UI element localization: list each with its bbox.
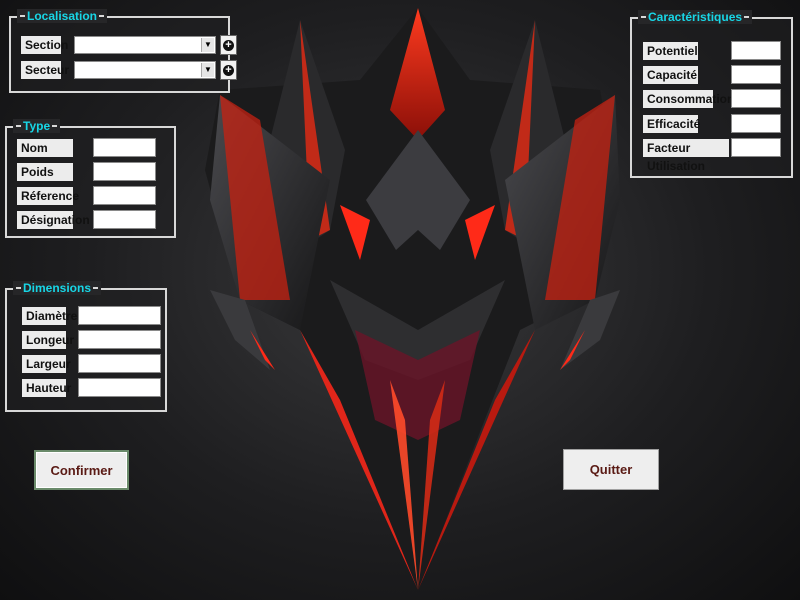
plus-circle-icon: +	[223, 64, 234, 76]
diametre-label: Diamètre	[22, 306, 77, 325]
add-secteur-button[interactable]: +	[220, 60, 237, 80]
potentiel-input[interactable]	[731, 41, 781, 60]
add-section-button[interactable]: +	[220, 35, 237, 55]
chevron-down-icon[interactable]: ▼	[201, 38, 214, 52]
reference-input[interactable]	[93, 186, 156, 205]
hauteur-input[interactable]	[78, 378, 161, 397]
caracteristiques-group: Caractéristiques Potentiel Capacité Cons…	[630, 10, 793, 178]
plus-circle-icon: +	[223, 39, 234, 51]
localisation-group-title: Localisation	[17, 9, 108, 23]
section-combobox[interactable]: ▼	[74, 36, 216, 54]
facteur-utilisation-input[interactable]	[731, 138, 781, 157]
reference-label: Réference	[17, 186, 79, 205]
capacite-label: Capacité	[643, 65, 698, 84]
largeur-input[interactable]	[78, 354, 161, 373]
dimensions-group-title: Dimensions	[13, 281, 102, 295]
efficacite-label: Efficacité	[643, 114, 700, 133]
potentiel-label: Potentiel	[643, 41, 698, 60]
type-group: Type Nom Poids Réference Désignation	[5, 119, 176, 238]
designation-label: Désignation	[17, 210, 90, 229]
facteur-utilisation-label: Facteur Utilisation	[643, 138, 729, 173]
hauteur-label: Hauteur	[22, 378, 71, 397]
confirm-button[interactable]: Confirmer	[34, 450, 129, 490]
consommation-input[interactable]	[731, 89, 781, 108]
nom-label: Nom	[17, 138, 73, 157]
longeur-label: Longeur	[22, 330, 74, 349]
section-label: Section	[21, 36, 68, 54]
diametre-input[interactable]	[78, 306, 161, 325]
capacite-input[interactable]	[731, 65, 781, 84]
designation-input[interactable]	[93, 210, 156, 229]
chevron-down-icon[interactable]: ▼	[201, 63, 214, 77]
poids-label: Poids	[17, 162, 73, 181]
longeur-input[interactable]	[78, 330, 161, 349]
nom-input[interactable]	[93, 138, 156, 157]
type-group-title: Type	[13, 119, 61, 133]
consommation-label: Consommation	[643, 89, 734, 108]
largeur-label: Largeur	[22, 354, 71, 373]
secteur-combobox[interactable]: ▼	[74, 61, 216, 79]
efficacite-input[interactable]	[731, 114, 781, 133]
quit-button[interactable]: Quitter	[563, 449, 659, 490]
poids-input[interactable]	[93, 162, 156, 181]
caracteristiques-group-title: Caractéristiques	[638, 10, 753, 24]
dimensions-group: Dimensions Diamètre Longeur Largeur Haut…	[5, 281, 167, 412]
secteur-label: Secteur	[21, 61, 69, 79]
localisation-group: Localisation Section ▼ + Secteur ▼ +	[9, 9, 237, 93]
